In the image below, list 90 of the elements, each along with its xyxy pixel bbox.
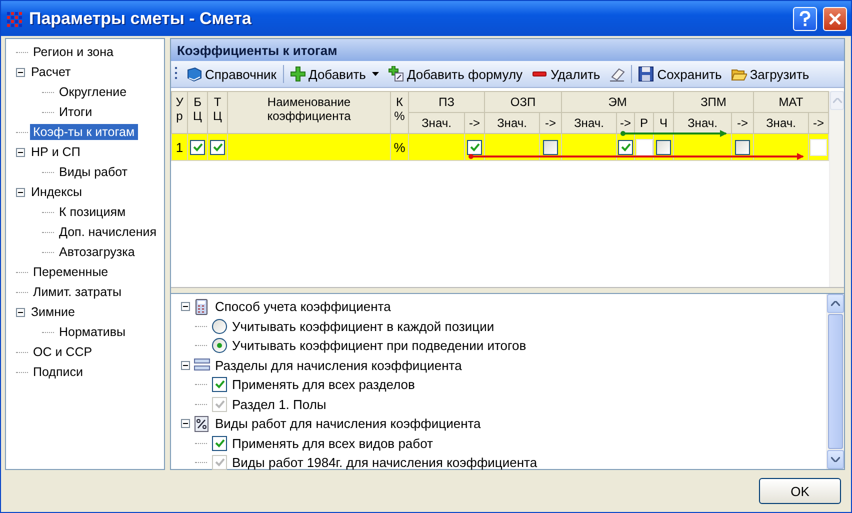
- app-icon: [7, 10, 23, 28]
- column-header[interactable]: ->: [464, 112, 484, 134]
- collapse-icon[interactable]: [181, 419, 190, 428]
- option-label: Применять для всех разделов: [232, 377, 415, 392]
- percent-icon: [194, 416, 210, 432]
- column-header[interactable]: ЗПМ: [674, 92, 754, 112]
- tree-item[interactable]: ОС и ССР: [30, 344, 96, 360]
- column-header[interactable]: ПЗ: [408, 92, 484, 112]
- option-label: Раздел 1. Полы: [232, 396, 326, 412]
- formula-icon: [388, 66, 404, 82]
- collapse-icon[interactable]: [16, 188, 25, 196]
- column-header[interactable]: Т Ц: [208, 92, 228, 134]
- radio-button[interactable]: [212, 318, 227, 334]
- column-header[interactable]: Знач.: [408, 112, 464, 134]
- toolbar-button[interactable]: Справочник: [183, 65, 280, 83]
- scrollbar[interactable]: [826, 294, 844, 469]
- column-header[interactable]: ->: [732, 112, 754, 134]
- checkbox[interactable]: [210, 140, 225, 156]
- collapse-icon[interactable]: [16, 68, 25, 76]
- column-header[interactable]: К %: [390, 92, 408, 134]
- tree-item[interactable]: К позициям: [56, 204, 129, 220]
- tree-item[interactable]: Регион и зона: [30, 44, 116, 60]
- tree-item[interactable]: Индексы: [28, 184, 85, 200]
- collapse-icon[interactable]: [16, 308, 25, 316]
- eraser-icon: [609, 66, 626, 82]
- tree-item[interactable]: НР и СП: [28, 144, 84, 160]
- column-header[interactable]: ЭМ: [562, 92, 674, 112]
- checkbox[interactable]: [656, 140, 671, 156]
- tree-item[interactable]: Коэф-ты к итогам: [30, 124, 138, 140]
- checkbox[interactable]: [543, 140, 558, 156]
- column-header[interactable]: ->: [808, 112, 828, 134]
- toolbar-button[interactable]: Сохранить: [635, 65, 725, 83]
- tree-item[interactable]: Виды работ: [56, 164, 131, 180]
- close-icon: [828, 12, 842, 26]
- toolbar-button[interactable]: Добавить: [286, 65, 382, 83]
- checkbox[interactable]: [212, 436, 227, 451]
- plus-icon: [290, 66, 306, 82]
- option-label: Учитывать коэффициент в каждой позиции: [232, 318, 494, 334]
- close-button[interactable]: [823, 6, 847, 30]
- toolbar-button[interactable]: Добавить формулу: [384, 65, 526, 83]
- tree-item[interactable]: Итоги: [56, 104, 96, 120]
- column-header[interactable]: Знач.: [562, 112, 616, 134]
- column-header[interactable]: ОЗП: [484, 92, 562, 112]
- calculator-icon: [194, 298, 210, 315]
- column-header[interactable]: Знач.: [484, 112, 540, 134]
- table-cell: 1: [176, 140, 184, 154]
- list-icon: [194, 357, 210, 374]
- column-header[interactable]: ->: [540, 112, 562, 134]
- tree-item[interactable]: Переменные: [30, 264, 112, 280]
- collapse-icon[interactable]: [16, 148, 25, 156]
- tree-item[interactable]: Автозагрузка: [56, 244, 138, 260]
- column-header[interactable]: Знач.: [754, 112, 808, 134]
- tree-item[interactable]: Округление: [56, 84, 130, 100]
- collapse-icon[interactable]: [181, 302, 190, 312]
- toolbar-button[interactable]: Удалить: [528, 65, 604, 83]
- toolbar-grip-icon: [175, 66, 178, 82]
- checkbox[interactable]: [735, 140, 750, 156]
- option-label: Учитывать коэффициент при подведении итогов: [232, 338, 526, 354]
- option-label: Виды работ 1984г. для начисления коэффициента: [232, 455, 538, 470]
- help-button[interactable]: [793, 6, 817, 30]
- toolbar-button[interactable]: Загрузить: [728, 65, 812, 83]
- column-header[interactable]: Б Ц: [188, 92, 208, 134]
- tree-item[interactable]: Доп. начисления: [56, 224, 160, 240]
- table-cell: %: [394, 140, 406, 154]
- tree-item[interactable]: Подписи: [30, 364, 86, 380]
- table-row[interactable]: 1 %: [172, 134, 828, 160]
- check-icon: [470, 143, 480, 152]
- window-title: Параметры сметы - Смета: [29, 8, 252, 28]
- column-header[interactable]: У р: [172, 92, 188, 134]
- option-label: Применять для всех видов работ: [232, 436, 434, 451]
- checkbox[interactable]: [190, 140, 205, 156]
- tree-item[interactable]: Виды работ для начисления коэффициента: [215, 416, 481, 432]
- tree-item[interactable]: Лимит. затраты: [30, 284, 125, 300]
- ok-button[interactable]: OK: [759, 478, 841, 504]
- radio-button[interactable]: [212, 338, 227, 354]
- column-header[interactable]: МАТ: [754, 92, 828, 112]
- scrollbar[interactable]: [829, 91, 844, 287]
- collapse-icon[interactable]: [181, 360, 190, 370]
- tree-item[interactable]: Зимние: [28, 304, 78, 320]
- checkbox[interactable]: [618, 140, 633, 156]
- tree-item[interactable]: Нормативы: [56, 324, 129, 340]
- checkbox[interactable]: [212, 377, 227, 392]
- checkbox[interactable]: [467, 140, 482, 156]
- help-icon: [798, 10, 812, 26]
- tree-item[interactable]: Расчет: [28, 64, 74, 80]
- panel-header: Коэффициенты к итогам: [171, 39, 844, 61]
- column-header[interactable]: Наименование коэффициента: [228, 92, 390, 134]
- check-icon: [620, 143, 630, 152]
- tree-item[interactable]: Способ учета коэффициента: [215, 299, 391, 314]
- tree-item[interactable]: Разделы для начисления коэффициента: [215, 358, 462, 373]
